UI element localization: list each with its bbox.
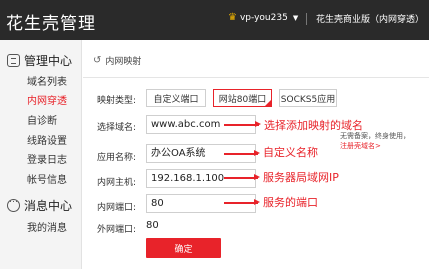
ext-port-label: 外网端口:: [97, 225, 137, 235]
crown-icon: ♛: [228, 12, 237, 23]
sidebar-item-intranet[interactable]: 内网穿透: [27, 92, 67, 107]
top-header: 花生壳管理 ♛ vp-you235 ▼ 花生壳商业版（内网穿透）: [0, 0, 429, 40]
account-name: vp-you235: [239, 12, 288, 23]
back-icon[interactable]: ↺: [93, 55, 101, 66]
sidebar-item-line-settings[interactable]: 线路设置: [27, 132, 67, 147]
message-icon: [7, 195, 20, 212]
annotation-host: 服务器局域网IP: [263, 171, 339, 184]
edition-label[interactable]: 花生壳商业版（内网穿透）: [316, 12, 424, 25]
section-title: 管理中心: [24, 54, 73, 68]
register-domain-link[interactable]: 注册壳域名>: [340, 141, 410, 151]
sidebar-item-account-info[interactable]: 帐号信息: [27, 171, 67, 186]
annotation-app: 自定义名称: [263, 146, 318, 159]
sidebar-item-domain-list[interactable]: 域名列表: [27, 73, 67, 88]
port-input[interactable]: 80: [146, 194, 256, 213]
header-divider: [306, 13, 307, 25]
port-label: 内网端口:: [97, 203, 137, 213]
host-label: 内网主机:: [97, 178, 137, 188]
sidebar-item-my-messages[interactable]: 我的消息: [27, 219, 67, 234]
confirm-button[interactable]: 确定: [146, 238, 221, 258]
section-management: 管理中心: [7, 52, 72, 69]
type-option-socks5[interactable]: SOCKS5应用: [279, 89, 337, 107]
domain-tip: 无需备案，终身使用， 注册壳域名>: [340, 131, 410, 151]
account-menu[interactable]: ♛ vp-you235 ▼: [228, 12, 298, 23]
type-option-web80[interactable]: 网站80端口: [213, 89, 272, 107]
breadcrumb: ↺ 内网映射: [93, 54, 141, 67]
host-input[interactable]: 192.168.1.100: [146, 169, 256, 188]
sidebar-item-login-log[interactable]: 登录日志: [27, 151, 67, 166]
section-messages: 消息中心: [7, 195, 73, 214]
divider: [83, 77, 429, 78]
annotation-port: 服务的端口: [263, 196, 318, 209]
arrow-icon: [224, 150, 260, 156]
arrow-icon: [224, 174, 260, 180]
tip-text: 无需备案，终身使用，: [340, 132, 410, 140]
ext-port-value: 80: [146, 220, 159, 231]
management-icon: [7, 54, 20, 67]
app-label: 应用名称:: [97, 153, 137, 163]
breadcrumb-label: 内网映射: [105, 57, 142, 67]
section-title: 消息中心: [24, 199, 73, 213]
arrow-icon: [224, 199, 260, 205]
type-option-custom-port[interactable]: 自定义端口: [146, 89, 206, 107]
chevron-down-icon: ▼: [292, 13, 299, 22]
type-label: 映射类型:: [97, 96, 137, 106]
brand-title: 花生壳管理: [6, 14, 96, 34]
sidebar-item-diagnosis[interactable]: 自诊断: [27, 112, 57, 127]
sidebar: 管理中心 域名列表 内网穿透 自诊断 线路设置 登录日志 帐号信息 消息中心 我…: [0, 40, 82, 269]
domain-label: 选择域名:: [97, 123, 137, 133]
arrow-icon: [224, 121, 261, 127]
